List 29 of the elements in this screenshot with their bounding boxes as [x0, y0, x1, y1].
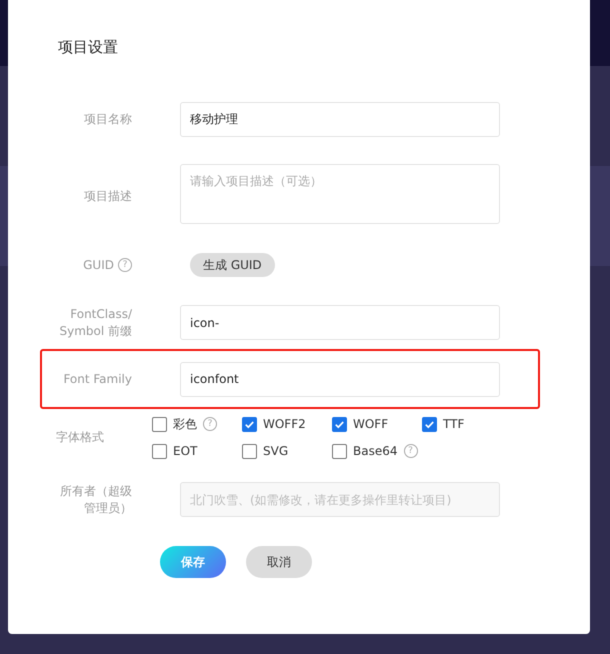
checkbox[interactable] [152, 416, 167, 432]
text-field[interactable]: icon- [180, 305, 500, 340]
checkbox[interactable] [332, 444, 347, 458]
checkbox[interactable] [242, 444, 257, 458]
checkbox[interactable] [242, 416, 257, 432]
checkbox-label: WOFF2 [263, 417, 306, 431]
generate-button[interactable]: 生成 GUID [190, 253, 275, 277]
owner-field: 北门吹雪、(如需修改，请在更多操作里转让项目) [180, 482, 500, 517]
checkbox-label: Base64 [353, 444, 398, 458]
dialog-title: 项目设置 [58, 38, 119, 58]
field-label: 所有者（超级管理员） [59, 482, 132, 516]
field-label: 字体格式 [56, 428, 104, 446]
checkbox-label: SVG [263, 444, 288, 458]
checkbox-label: WOFF [353, 417, 388, 431]
field-label: GUID [83, 256, 114, 274]
description-field[interactable]: 请输入项目描述（可选） [180, 164, 500, 224]
field-label: FontClass/ Symbol 前缀 [58, 306, 132, 340]
checkbox-label: TTF [443, 417, 464, 431]
text-field[interactable]: 移动护理 [180, 102, 500, 137]
field-label: 项目名称 [84, 111, 132, 128]
checkbox-label: 彩色 [173, 416, 197, 432]
checkbox-label: EOT [173, 444, 198, 458]
cancel-button[interactable]: 取消 [246, 546, 312, 578]
checkbox[interactable] [332, 416, 347, 432]
text-field[interactable]: iconfont [180, 362, 500, 396]
checkbox[interactable] [422, 416, 437, 432]
field-label: 项目描述 [84, 188, 132, 204]
field-label: Font Family [63, 370, 132, 388]
checkbox[interactable] [152, 444, 167, 458]
